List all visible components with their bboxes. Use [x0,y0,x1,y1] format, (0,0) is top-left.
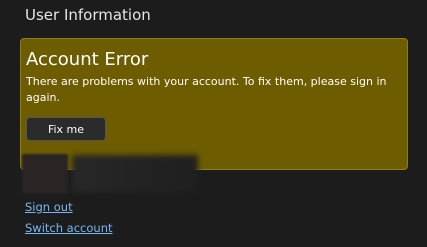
sign-out-link[interactable]: Sign out [25,200,73,214]
error-message: There are problems with your account. To… [26,75,387,104]
fix-me-button[interactable]: Fix me [26,117,106,141]
account-error-banner: Account Error There are problems with yo… [20,38,408,170]
section-title: User Information [25,6,151,24]
user-details-redacted [72,155,198,193]
switch-account-link[interactable]: Switch account [25,221,113,235]
error-title: Account Error [26,49,149,70]
avatar [22,154,68,194]
